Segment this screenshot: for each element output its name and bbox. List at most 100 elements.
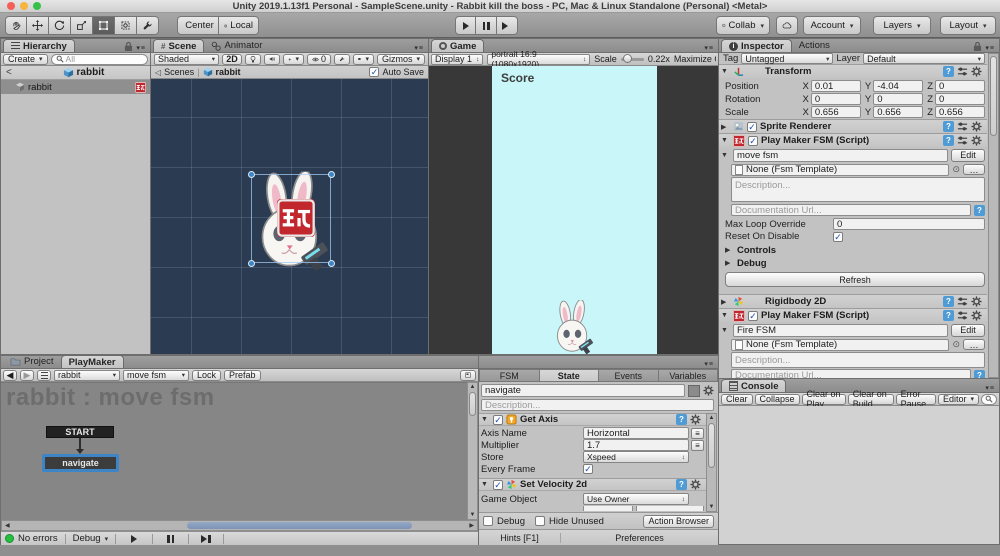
- playmaker-fsm-header[interactable]: ▼ ✓ Play Maker FSM (Script) ?: [719, 133, 987, 147]
- pane-menu-icon[interactable]: ▾≡: [700, 360, 718, 368]
- help-icon[interactable]: ?: [943, 296, 954, 307]
- mac-zoom-button[interactable]: [33, 2, 41, 10]
- tab-actions[interactable]: Actions: [792, 39, 837, 52]
- component-enabled-checkbox[interactable]: ✓: [747, 122, 757, 132]
- breadcrumb-scenes[interactable]: Scenes: [164, 67, 194, 77]
- scene-fx-dropdown[interactable]: ▾: [283, 54, 304, 65]
- gizmos-dropdown[interactable]: Gizmos▾: [377, 54, 425, 65]
- tab-scene[interactable]: #Scene: [153, 39, 204, 52]
- actions-scrollbar[interactable]: ▲ ▼: [706, 413, 717, 512]
- action-set-velocity-header[interactable]: ▼ ✓ Set Velocity 2d ?: [479, 478, 706, 491]
- action-get-axis-header[interactable]: ▼ ✓ Get Axis ?: [479, 413, 706, 426]
- preset-icon[interactable]: [957, 296, 968, 307]
- graph-forward-button[interactable]: ▶: [20, 370, 34, 381]
- gear-icon[interactable]: [971, 296, 982, 307]
- help-icon[interactable]: ?: [676, 414, 687, 425]
- maximize-on-play-toggle[interactable]: Maximize O: [674, 54, 716, 64]
- rotation-y-field[interactable]: 0: [873, 93, 923, 105]
- foldout-icon[interactable]: ▼: [721, 312, 730, 319]
- mac-close-button[interactable]: [7, 2, 15, 10]
- tab-events[interactable]: Events: [599, 369, 659, 382]
- foldout-icon[interactable]: ▼: [721, 137, 730, 144]
- tag-dropdown[interactable]: Untagged▾: [741, 53, 833, 64]
- tab-playmaker[interactable]: PlayMaker: [61, 355, 124, 368]
- pane-menu-icon[interactable]: ▾≡: [410, 44, 428, 52]
- inspector-scrollbar[interactable]: [988, 53, 999, 378]
- pane-menu-icon[interactable]: ▾≡: [136, 45, 146, 52]
- collab-dropdown[interactable]: Collab▾: [716, 16, 770, 35]
- hide-unused-checkbox[interactable]: ✓: [535, 516, 545, 526]
- step-button[interactable]: [497, 16, 518, 35]
- fsm-select-dropdown[interactable]: move fsm▾: [123, 370, 189, 381]
- fsm-play-icon[interactable]: [131, 535, 137, 543]
- pivot-center-button[interactable]: Center: [177, 16, 219, 35]
- display-dropdown[interactable]: Display 1↕: [431, 54, 483, 65]
- gear-icon[interactable]: [703, 385, 714, 396]
- pane-menu-icon[interactable]: ▾≡: [700, 44, 718, 52]
- pause-button[interactable]: [476, 16, 497, 35]
- gear-icon[interactable]: [971, 310, 982, 321]
- store-variable-dropdown[interactable]: Xspeed↕: [583, 451, 689, 463]
- prefab-back-button[interactable]: <: [1, 67, 17, 78]
- fsm-name-field[interactable]: move fsm: [733, 149, 948, 162]
- fsm-node-navigate[interactable]: navigate: [42, 454, 119, 472]
- pan-tool-button[interactable]: [5, 16, 27, 35]
- console-search-input[interactable]: [981, 394, 997, 405]
- foldout-icon[interactable]: ▼: [481, 416, 490, 423]
- tab-project[interactable]: Project: [3, 355, 61, 368]
- foldout-icon[interactable]: ▶: [721, 298, 730, 306]
- preset-icon[interactable]: [957, 310, 968, 321]
- gear-icon[interactable]: [971, 135, 982, 146]
- console-error-pause-button[interactable]: Error Pause: [896, 394, 936, 405]
- reset-on-disable-checkbox[interactable]: ✓: [833, 232, 843, 242]
- gear-icon[interactable]: [690, 479, 701, 490]
- mac-minimize-button[interactable]: [20, 2, 28, 10]
- move-tool-button[interactable]: [27, 16, 49, 35]
- console-clear-on-build-button[interactable]: Clear on Build: [848, 394, 894, 405]
- lock-icon[interactable]: [973, 41, 982, 52]
- position-x-field[interactable]: 0.01: [811, 80, 861, 92]
- preferences-button[interactable]: Preferences: [561, 533, 718, 543]
- cloud-button[interactable]: [776, 16, 798, 35]
- hierarchy-search-input[interactable]: All: [51, 54, 148, 65]
- action-browser-button[interactable]: Action Browser: [643, 515, 714, 528]
- foldout-icon[interactable]: ▼: [721, 152, 730, 159]
- fsm-graph-canvas[interactable]: rabbit : move fsm START navigate: [1, 382, 467, 520]
- axis-name-field[interactable]: Horizontal: [583, 427, 689, 439]
- scene-viewport[interactable]: [151, 79, 428, 354]
- game-object-dropdown[interactable]: Use Owner↕: [583, 493, 689, 505]
- component-enabled-checkbox[interactable]: ✓: [748, 136, 758, 146]
- graph-hscrollbar[interactable]: ◀ ▶: [1, 520, 478, 531]
- gear-icon[interactable]: [971, 121, 982, 132]
- pivot-local-button[interactable]: Local: [219, 16, 259, 35]
- rect-tool-button[interactable]: [93, 16, 115, 35]
- fsm-doc-url-field[interactable]: Documentation Url...: [731, 204, 971, 216]
- rigidbody2d-header[interactable]: ▶ Rigidbody 2D ?: [719, 294, 987, 308]
- preset-icon[interactable]: [957, 135, 968, 146]
- position-y-field[interactable]: -4.04: [873, 80, 923, 92]
- selection-handle[interactable]: [248, 260, 255, 267]
- layers-dropdown[interactable]: Layers▾: [873, 16, 931, 35]
- fsm-template-field[interactable]: None (Fsm Template): [731, 339, 949, 351]
- tab-state[interactable]: State: [540, 369, 600, 382]
- custom-tool-button[interactable]: [137, 16, 159, 35]
- help-icon[interactable]: ?: [943, 66, 954, 77]
- scenes-back-icon[interactable]: ◁: [155, 68, 161, 77]
- template-browse-button[interactable]: …: [963, 164, 985, 175]
- gear-icon[interactable]: [971, 66, 982, 77]
- graph-vscrollbar[interactable]: ▲ ▼: [467, 382, 478, 520]
- variable-toggle-button[interactable]: ≡: [691, 428, 704, 439]
- scale-tool-button[interactable]: [71, 16, 93, 35]
- rotate-tool-button[interactable]: [49, 16, 71, 35]
- every-frame-checkbox[interactable]: ✓: [583, 464, 593, 474]
- object-picker-icon[interactable]: ⊙: [952, 164, 960, 175]
- scale-x-field[interactable]: 0.656: [811, 106, 861, 118]
- account-dropdown[interactable]: Account▾: [803, 16, 861, 35]
- multiplier-field[interactable]: 1.7: [583, 439, 689, 451]
- foldout-icon[interactable]: ▶: [721, 123, 730, 131]
- scale-z-field[interactable]: 0.656: [935, 106, 985, 118]
- scale-slider[interactable]: [621, 58, 644, 61]
- pane-menu-icon[interactable]: ▾≡: [981, 384, 999, 392]
- debug-foldout[interactable]: ▶Debug: [725, 257, 985, 269]
- aspect-dropdown[interactable]: portrait 16:9 (1080x1920)↕: [487, 54, 590, 65]
